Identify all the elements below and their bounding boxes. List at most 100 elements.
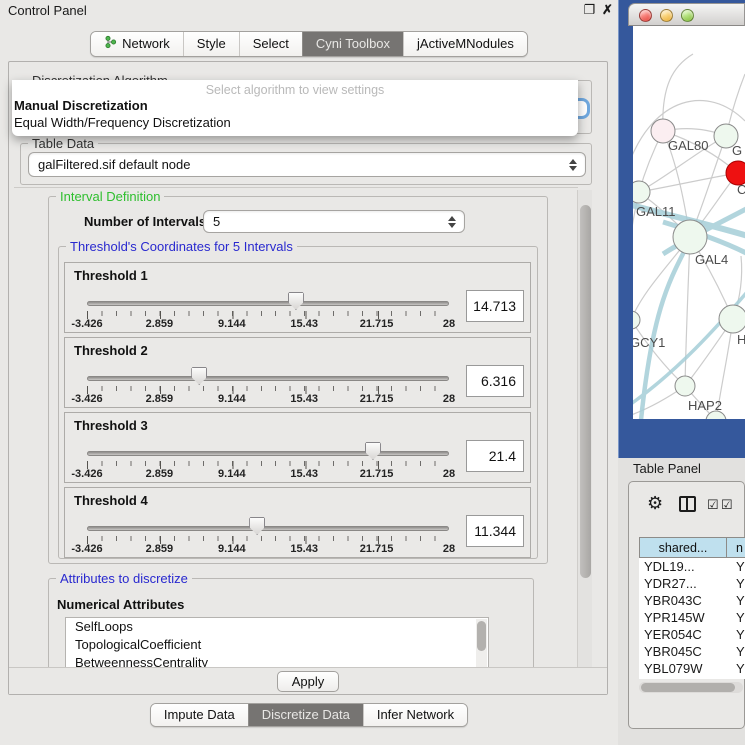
table-row[interactable]: YBR043CYBR0 xyxy=(639,592,745,609)
slider-track[interactable] xyxy=(87,526,449,531)
zoom-traffic-light-icon[interactable] xyxy=(681,9,694,22)
threshold-value-field[interactable]: 14.713 xyxy=(466,290,524,322)
table-panel-title: Table Panel xyxy=(633,461,701,476)
attribute-list-item[interactable]: SelfLoops xyxy=(66,618,488,636)
tick-label: 9.144 xyxy=(218,318,246,330)
scrollbar-thumb[interactable] xyxy=(580,205,591,578)
close-traffic-light-icon[interactable] xyxy=(639,9,652,22)
threshold-value-field[interactable]: 6.316 xyxy=(466,365,524,397)
settings-vertical-scrollbar[interactable] xyxy=(577,190,592,694)
table-row[interactable]: YBL079WYBL0 xyxy=(639,660,745,677)
table-cell[interactable]: YLR345W xyxy=(639,677,727,679)
tab-label: Network xyxy=(122,36,170,51)
group-title: Table Data xyxy=(28,136,98,151)
threshold-value-field[interactable]: 21.4 xyxy=(466,440,524,472)
table-cell[interactable]: YBR045C xyxy=(639,643,727,660)
network-icon xyxy=(104,35,117,52)
scrollbar-thumb[interactable] xyxy=(641,683,735,692)
node-hap2[interactable] xyxy=(675,376,695,396)
table-cell[interactable]: YER0 xyxy=(727,626,745,643)
node-gal4[interactable] xyxy=(673,220,707,254)
table-cell[interactable]: YBR043C xyxy=(639,592,727,609)
table-row[interactable]: YBR045CYBR0 xyxy=(639,643,745,660)
table-cell[interactable]: YDL1 xyxy=(727,558,745,575)
tick-label: -3.426 xyxy=(71,543,102,555)
node-label-gal11: GAL11 xyxy=(636,204,676,219)
dropdown-item-manual-discretization[interactable]: Manual Discretization xyxy=(12,97,578,114)
threshold-value-field[interactable]: 11.344 xyxy=(466,515,524,547)
tick-label: 2.859 xyxy=(146,318,174,330)
table-cell[interactable]: YBL0 xyxy=(727,660,745,677)
tick-label: 2.859 xyxy=(146,543,174,555)
table-row[interactable]: YDL19...YDL1 xyxy=(639,558,745,575)
network-window-titlebar xyxy=(628,3,745,26)
table-cell[interactable]: YBR0 xyxy=(727,643,745,660)
number-of-intervals-combobox[interactable]: 5 xyxy=(203,210,465,233)
numerical-attributes-label: Numerical Attributes xyxy=(57,597,184,612)
group-title: Interval Definition xyxy=(56,189,164,204)
node-h[interactable] xyxy=(719,305,745,333)
table-cell[interactable]: YDR2 xyxy=(727,575,745,592)
checkbox-icon[interactable]: ☑ xyxy=(707,497,719,513)
tab-impute-data[interactable]: Impute Data xyxy=(151,704,248,726)
slider-track[interactable] xyxy=(87,376,449,381)
table-cell[interactable]: YBR0 xyxy=(727,592,745,609)
top-tab-bar: Network Style Select Cyni Toolbox jActiv… xyxy=(0,31,618,57)
tab-discretize-data[interactable]: Discretize Data xyxy=(248,704,363,726)
table-header-row: shared... n xyxy=(639,537,745,558)
table-row[interactable]: YPR145WYPR1 xyxy=(639,609,745,626)
dropdown-item-equal-width-frequency[interactable]: Equal Width/Frequency Discretization xyxy=(12,114,578,131)
slider-thumb[interactable] xyxy=(191,367,207,385)
tab-network[interactable]: Network xyxy=(91,32,183,56)
scrollbar-thumb[interactable] xyxy=(477,621,486,651)
table-horizontal-scrollbar[interactable] xyxy=(639,682,743,693)
slider-tick-labels: -3.4262.8599.14415.4321.71528 xyxy=(87,543,449,556)
slider-track[interactable] xyxy=(87,301,449,306)
table-row[interactable]: YER054CYER0 xyxy=(639,626,745,643)
apply-bar: Apply xyxy=(9,667,607,694)
network-canvas[interactable]: GAL80 G C GAL11 GAL4 GCY1 H HAP2 xyxy=(633,26,745,419)
tab-label: Impute Data xyxy=(164,707,235,722)
control-panel-titlebar: Control Panel ❐ ✗ xyxy=(0,0,618,22)
tab-select[interactable]: Select xyxy=(239,32,302,56)
group-title: Attributes to discretize xyxy=(56,571,192,586)
column-header-shared-name[interactable]: shared... xyxy=(639,537,727,558)
column-header-name[interactable]: n xyxy=(727,537,745,558)
table-row[interactable]: YLR345WYLR3 xyxy=(639,677,745,679)
tab-cyni-toolbox[interactable]: Cyni Toolbox xyxy=(302,32,403,56)
node-gal11[interactable] xyxy=(633,181,650,203)
table-cell[interactable]: YDL19... xyxy=(639,558,727,575)
node-gcy1[interactable] xyxy=(633,311,640,329)
tick-label: -3.426 xyxy=(71,318,102,330)
table-cell[interactable]: YER054C xyxy=(639,626,727,643)
tab-style[interactable]: Style xyxy=(183,32,239,56)
tick-label: 28 xyxy=(443,468,455,480)
combo-stepper-icon xyxy=(568,159,577,171)
bottom-tab-bar: Impute Data Discretize Data Infer Networ… xyxy=(0,703,618,727)
slider-thumb[interactable] xyxy=(365,442,381,460)
apply-button[interactable]: Apply xyxy=(277,671,339,692)
float-window-icon[interactable]: ❐ xyxy=(582,2,597,18)
columns-icon[interactable] xyxy=(679,496,696,512)
table-data-combobox[interactable]: galFiltered.sif default node xyxy=(28,152,586,177)
number-of-intervals-value: 5 xyxy=(213,214,220,229)
checkbox-icon[interactable]: ☑ xyxy=(721,497,733,513)
control-panel-window: Control Panel ❐ ✗ Network Style Select C… xyxy=(0,0,618,745)
tab-jactivemnodules[interactable]: jActiveMNodules xyxy=(403,32,527,56)
attribute-list-item[interactable]: TopologicalCoefficient xyxy=(66,636,488,654)
slider-thumb[interactable] xyxy=(249,517,265,535)
slider-thumb[interactable] xyxy=(288,292,304,310)
table-cell[interactable]: YLR3 xyxy=(727,677,745,679)
slider-track[interactable] xyxy=(87,451,449,456)
tab-label: jActiveMNodules xyxy=(417,36,514,51)
node-table: shared... n YDL19...YDL1YDR27...YDR2YBR0… xyxy=(639,537,745,679)
tab-infer-network[interactable]: Infer Network xyxy=(363,704,467,726)
minimize-traffic-light-icon[interactable] xyxy=(660,9,673,22)
table-cell[interactable]: YPR145W xyxy=(639,609,727,626)
gear-icon[interactable]: ⚙ xyxy=(647,493,663,514)
table-cell[interactable]: YDR27... xyxy=(639,575,727,592)
table-cell[interactable]: YPR1 xyxy=(727,609,745,626)
table-row[interactable]: YDR27...YDR2 xyxy=(639,575,745,592)
close-window-icon[interactable]: ✗ xyxy=(600,2,615,18)
table-cell[interactable]: YBL079W xyxy=(639,660,727,677)
